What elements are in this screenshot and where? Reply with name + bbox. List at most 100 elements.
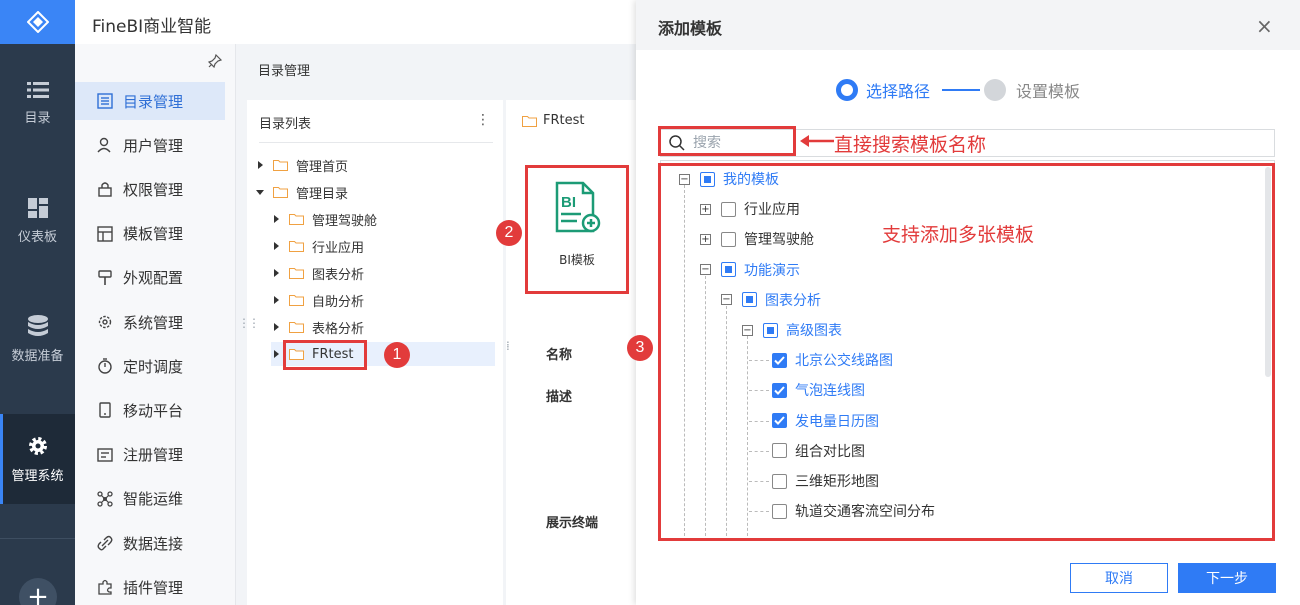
- highlight-box-search: [658, 126, 796, 156]
- catalog-tree-item[interactable]: 行业应用: [271, 234, 495, 258]
- catalog-item-label: 表格分析: [312, 321, 365, 337]
- sidebar-item-label: 模板管理: [123, 225, 184, 244]
- drag-handle[interactable]: ⋮⋮: [238, 316, 260, 330]
- catalog-item-label: 管理首页: [296, 159, 349, 175]
- catalog-item-label: 行业应用: [312, 240, 365, 256]
- caret-right-icon[interactable]: [271, 241, 281, 251]
- caret-right-icon[interactable]: [255, 160, 265, 170]
- caret-right-icon[interactable]: [271, 268, 281, 278]
- admin-sidebar: 目录管理用户管理权限管理模板管理外观配置系统管理定时调度移动平台注册管理智能运维…: [75, 44, 236, 605]
- link-icon: [97, 535, 113, 551]
- badge-1: 1: [384, 342, 410, 368]
- step-connector: [942, 89, 981, 91]
- catalog-tree-item[interactable]: 管理驾驶舱: [271, 207, 495, 231]
- paint-icon: [97, 270, 113, 286]
- sidebar-item-label: 权限管理: [123, 180, 184, 199]
- sidebar-item-label: 注册管理: [123, 446, 184, 465]
- gear-icon: [28, 436, 47, 455]
- sidebar-item[interactable]: 用户管理: [75, 126, 225, 164]
- sidebar-item[interactable]: 插件管理: [75, 568, 225, 605]
- dashboard-icon: [27, 197, 48, 218]
- sidebar-item-label: 用户管理: [123, 136, 184, 155]
- folder-icon: [289, 214, 304, 225]
- caret-right-icon[interactable]: [271, 322, 281, 332]
- sidebar-item[interactable]: 外观配置: [75, 259, 225, 297]
- user-icon: [97, 137, 113, 153]
- sidebar-item-label: 数据连接: [123, 534, 184, 553]
- sidebar-item[interactable]: 定时调度: [75, 347, 225, 385]
- sidebar-item[interactable]: 智能运维: [75, 480, 225, 518]
- database-icon: [27, 314, 48, 336]
- add-button[interactable]: +: [19, 578, 57, 605]
- step-dot-active: [836, 79, 858, 101]
- pin-icon[interactable]: [208, 54, 222, 68]
- left-nav: 目录 仪表板 数据准备 管理系统 +: [0, 0, 75, 605]
- highlight-box-frtest: [283, 340, 367, 370]
- catalog-tree-item[interactable]: 管理目录: [255, 180, 495, 204]
- timer-icon: [97, 358, 113, 374]
- nav-label: 管理系统: [11, 468, 64, 484]
- highlight-box-bi-card: [525, 165, 629, 294]
- step-indicator: 选择路径 设置模板: [836, 78, 1080, 102]
- nav-item-catalog[interactable]: 目录: [0, 58, 75, 148]
- cancel-button[interactable]: 取消: [1070, 563, 1168, 593]
- catalog-item-label: 管理驾驶舱: [312, 213, 378, 229]
- catalog-tree-item[interactable]: 表格分析: [271, 315, 495, 339]
- sidebar-item[interactable]: 注册管理: [75, 436, 225, 474]
- nav-item-dashboard[interactable]: 仪表板: [0, 176, 75, 266]
- sidebar-item[interactable]: 权限管理: [75, 170, 225, 208]
- caret-right-icon[interactable]: [271, 295, 281, 305]
- step-label-2: 设置模板: [1016, 82, 1081, 101]
- logo-icon: [26, 11, 49, 33]
- caret-right-icon[interactable]: [271, 349, 281, 359]
- arrow-icon: [800, 135, 834, 147]
- folder-icon: [289, 322, 304, 333]
- nav-item-data-prep[interactable]: 数据准备: [0, 294, 75, 384]
- catalog-item-label: 管理目录: [296, 186, 349, 202]
- catalog-tree-item[interactable]: 管理首页: [255, 153, 495, 177]
- plugin-icon: [97, 579, 113, 595]
- close-icon[interactable]: ×: [1256, 14, 1273, 38]
- badge-3: 3: [627, 335, 653, 361]
- sidebar-item[interactable]: 数据连接: [75, 524, 225, 562]
- step-dot-inactive: [984, 79, 1007, 101]
- nav-item-admin[interactable]: 管理系统: [0, 414, 75, 504]
- nav-label: 目录: [24, 110, 51, 126]
- app-title: FineBI商业智能: [92, 17, 212, 37]
- sidebar-item-label: 智能运维: [123, 490, 184, 509]
- sidebar-item[interactable]: 移动平台: [75, 391, 225, 429]
- badge-2: 2: [496, 220, 522, 246]
- template-icon: [97, 225, 113, 242]
- folder-icon: [289, 295, 304, 306]
- sidebar-item-label: 系统管理: [123, 313, 184, 332]
- catalog-tree-item[interactable]: 自助分析: [271, 288, 495, 312]
- main-area: 目录管理 目录列表 ⋮ 管理首页管理目录管理驾驶舱行业应用图表分析自助分析表格分…: [236, 44, 636, 605]
- breadcrumb: 目录管理: [258, 64, 311, 79]
- dialog-title: 添加模板: [658, 19, 723, 38]
- sidebar-item[interactable]: 目录管理: [75, 82, 225, 120]
- drag-handle[interactable]: ⁞: [506, 339, 510, 353]
- sidebar-item-label: 外观配置: [123, 269, 184, 288]
- next-button[interactable]: 下一步: [1178, 563, 1276, 593]
- list-title: 目录列表: [259, 117, 312, 132]
- register-icon: [97, 447, 113, 463]
- folder-icon: [289, 268, 304, 279]
- detail-folder-title: FRtest: [522, 113, 584, 128]
- app-logo[interactable]: [0, 0, 75, 44]
- catalog-item-label: 自助分析: [312, 294, 365, 310]
- lock-icon: [97, 181, 113, 198]
- folder-icon: [289, 241, 304, 252]
- sidebar-item[interactable]: 系统管理: [75, 303, 225, 341]
- dialog-header: 添加模板 ×: [636, 0, 1300, 50]
- nav-divider: [0, 538, 75, 539]
- sidebar-item-label: 移动平台: [123, 401, 184, 420]
- catalog-tree-item[interactable]: 图表分析: [271, 261, 495, 285]
- mobile-icon: [97, 402, 113, 419]
- caret-down-icon[interactable]: [255, 187, 265, 197]
- sidebar-item-label: 插件管理: [123, 578, 184, 597]
- sidebar-item[interactable]: 模板管理: [75, 215, 225, 253]
- caret-right-icon[interactable]: [271, 214, 281, 224]
- list-icon: [26, 81, 49, 98]
- more-icon[interactable]: ⋮: [476, 112, 490, 128]
- sidebar-item-label: 定时调度: [123, 357, 184, 376]
